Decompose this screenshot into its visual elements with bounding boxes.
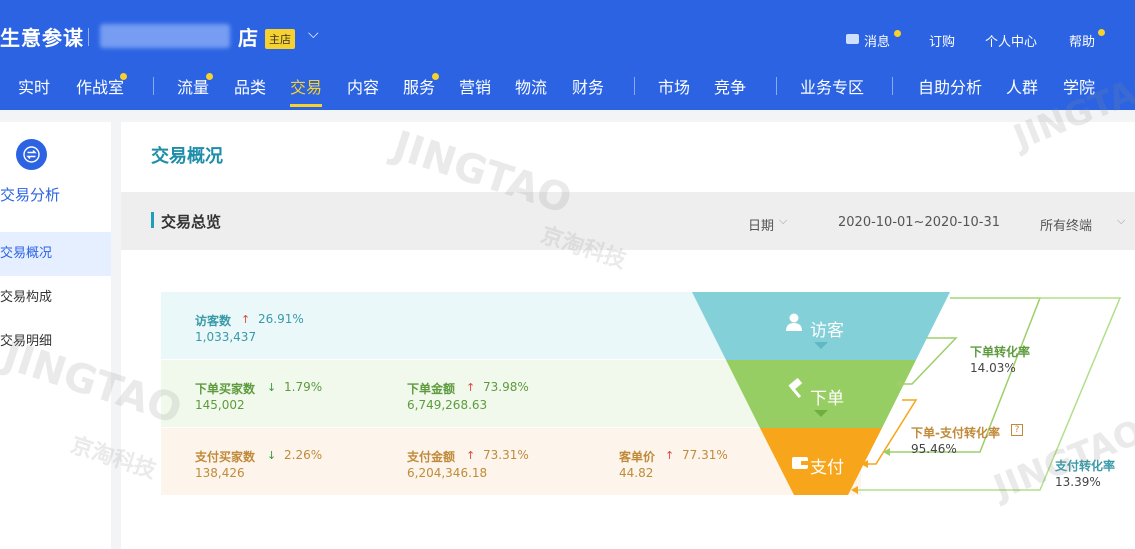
nav-war-room-dot: [120, 73, 127, 80]
nav-trade[interactable]: 交易: [290, 74, 322, 98]
trend-up-icon: ↑: [466, 449, 476, 462]
metric-pay-buyers-pct: 2.26%: [284, 448, 323, 462]
nav-divider: [634, 77, 635, 95]
trend-up-icon: ↑: [241, 313, 251, 326]
nav-market[interactable]: 市场: [658, 74, 690, 98]
pay-conversion-label: 支付转化率: [1055, 459, 1116, 473]
link-messages[interactable]: 消息: [864, 31, 890, 50]
metric-visitors-value: 1,033,437: [195, 330, 257, 344]
metric-order-amount-label: 下单金额: [407, 382, 456, 396]
nav-finance[interactable]: 财务: [572, 74, 604, 98]
shop-chevron-down-icon[interactable]: ⌵: [308, 26, 319, 42]
page-title: 交易概况: [151, 146, 223, 167]
metric-pay-buyers-label: 支付买家数: [195, 450, 256, 464]
brand-divider: [88, 28, 89, 46]
date-chevron-down-icon[interactable]: ⌵: [779, 214, 787, 228]
metric-order-buyers-value: 145,002: [195, 398, 245, 412]
nav-service[interactable]: 服务: [403, 74, 435, 98]
section-marker: [151, 212, 154, 228]
nav-realtime[interactable]: 实时: [18, 74, 50, 98]
nav-self-analysis[interactable]: 自助分析: [918, 74, 982, 98]
sidebar-item-overview[interactable]: 交易概况: [0, 232, 111, 276]
nav-academy[interactable]: 学院: [1063, 74, 1095, 98]
link-personal-center[interactable]: 个人中心: [985, 31, 1037, 50]
metric-order-amount-pct: 73.98%: [483, 380, 529, 394]
shop-name-blurred: [100, 24, 230, 48]
help-question-icon[interactable]: ?: [1011, 424, 1023, 436]
help-notification-dot: [1098, 29, 1105, 36]
nav-traffic[interactable]: 流量: [177, 74, 209, 98]
pay-conversion-value: 13.39%: [1055, 475, 1101, 489]
metric-pay-buyers-value: 138,426: [195, 466, 245, 480]
sidebar-title: 交易分析: [0, 186, 61, 204]
brand-title[interactable]: 生意参谋: [0, 22, 84, 51]
trend-up-icon: ↑: [665, 449, 675, 462]
order-pay-conversion-label: 下单-支付转化率: [911, 426, 1000, 440]
metric-unit-price-value: 44.82: [619, 466, 654, 480]
trend-down-icon: ↓: [267, 381, 277, 394]
terminal-filter[interactable]: 所有终端: [1040, 215, 1092, 234]
nav-business-zone[interactable]: 业务专区: [800, 74, 864, 98]
main-shop-badge: 主店: [265, 29, 295, 49]
metric-order-amount-value: 6,749,268.63: [407, 398, 488, 412]
sidebar-item-details[interactable]: 交易明细: [0, 320, 111, 364]
metric-unit-price-label: 客单价: [619, 450, 656, 464]
nav-divider: [153, 77, 154, 95]
nav-service-dot: [432, 73, 439, 80]
funnel-label-payment: 支付: [810, 458, 844, 478]
metric-visitors-label: 访客数: [195, 314, 232, 328]
message-icon: [846, 34, 859, 44]
metric-pay-amount-label: 支付金额: [407, 450, 456, 464]
date-range[interactable]: 2020-10-01~2020-10-31: [838, 215, 1000, 230]
order-conversion-label: 下单转化率: [970, 345, 1031, 359]
message-notification-dot: [894, 30, 901, 37]
nav-traffic-dot: [206, 73, 213, 80]
funnel-label-visitors: 访客: [810, 321, 844, 341]
order-conversion-value: 14.03%: [970, 361, 1016, 375]
nav-marketing[interactable]: 营销: [459, 74, 491, 98]
trend-down-icon: ↓: [267, 449, 277, 462]
nav-competition[interactable]: 竞争: [714, 74, 746, 98]
metric-pay-amount-value: 6,204,346.18: [407, 466, 488, 480]
metric-order-buyers-label: 下单买家数: [195, 382, 256, 396]
nav-crowd[interactable]: 人群: [1006, 74, 1038, 98]
order-pay-conversion-value: 95.46%: [911, 442, 957, 456]
nav-divider: [776, 77, 777, 95]
terminal-chevron-down-icon[interactable]: ⌵: [1117, 214, 1125, 228]
link-subscribe[interactable]: 订购: [929, 31, 955, 50]
section-title: 交易总览: [161, 213, 222, 231]
trade-analysis-icon: [16, 139, 47, 170]
nav-category[interactable]: 品类: [234, 74, 266, 98]
date-filter-label[interactable]: 日期: [748, 215, 774, 234]
payment-wallet-icon: [792, 457, 808, 469]
metric-visitors-pct: 26.91%: [258, 312, 304, 326]
metric-pay-amount-pct: 73.31%: [483, 448, 529, 462]
link-help[interactable]: 帮助: [1069, 31, 1095, 50]
metric-order-buyers-pct: 1.79%: [284, 380, 323, 394]
nav-active-underline: [290, 104, 322, 107]
sidebar-item-composition[interactable]: 交易构成: [0, 276, 111, 320]
nav-content[interactable]: 内容: [347, 74, 379, 98]
nav-logistics[interactable]: 物流: [515, 74, 547, 98]
shop-name-suffix: 店: [238, 26, 258, 50]
funnel-label-order: 下单: [810, 389, 844, 409]
trend-up-icon: ↑: [466, 381, 476, 394]
visitor-person-icon: [789, 313, 799, 323]
nav-divider: [892, 77, 893, 95]
nav-war-room[interactable]: 作战室: [76, 74, 124, 98]
